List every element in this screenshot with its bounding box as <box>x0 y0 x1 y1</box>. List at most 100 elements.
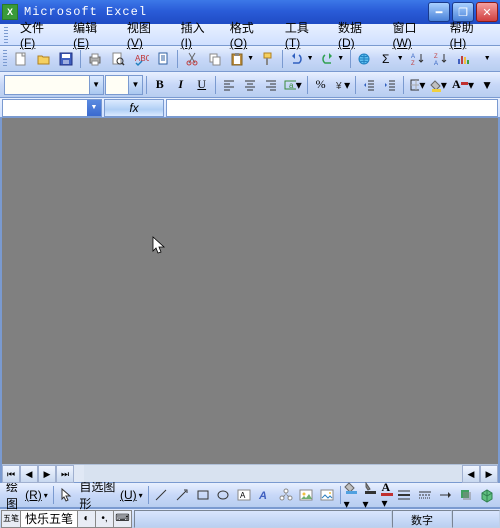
menu-file[interactable]: 文件(F) <box>14 17 65 52</box>
ime-softkbd-icon[interactable]: ⌨ <box>114 510 132 528</box>
undo-icon[interactable]: ▼ <box>286 48 316 70</box>
sort-asc-icon[interactable]: AZ <box>407 48 429 70</box>
shadow-style-icon[interactable] <box>457 484 477 506</box>
workbook-area: ⏮ ◀ ▶ ⏭ ◀ ▶ <box>0 118 500 482</box>
fmtbar-options-icon[interactable]: ▼ <box>477 75 497 95</box>
draw-menu-button[interactable]: 绘图(R)▾ <box>4 478 50 512</box>
research-icon[interactable] <box>153 48 175 70</box>
paste-icon[interactable]: ▼ <box>227 48 257 70</box>
standard-toolbar: ABC ▼ ▼ ▼ Σ▼ AZ ZA ▼ <box>0 46 500 72</box>
font-size-combo[interactable]: ▼ <box>105 75 143 95</box>
font-color-draw-icon[interactable]: A▾ <box>381 480 393 510</box>
wordart-icon[interactable]: A <box>255 484 275 506</box>
autoshapes-button[interactable]: 自选图形(U)▾ <box>77 478 144 512</box>
prev-sheet-icon[interactable]: ◀ <box>20 465 38 483</box>
textbox-icon[interactable]: A <box>234 484 254 506</box>
borders-icon[interactable]: ▾ <box>407 75 428 95</box>
cut-icon[interactable] <box>181 48 203 70</box>
menubar-grip[interactable] <box>4 27 8 43</box>
svg-text:A: A <box>434 61 438 67</box>
font-size-dropdown-icon[interactable]: ▼ <box>128 76 142 94</box>
align-left-icon[interactable] <box>219 75 239 95</box>
svg-text:A: A <box>240 491 246 500</box>
menu-tools[interactable]: 工具(T) <box>279 17 330 52</box>
align-right-icon[interactable] <box>261 75 281 95</box>
decrease-indent-icon[interactable] <box>359 75 379 95</box>
menu-insert[interactable]: 插入(I) <box>175 17 222 52</box>
fill-color-draw-icon[interactable]: ▾ <box>344 480 362 511</box>
name-box-dropdown-icon[interactable]: ▼ <box>87 100 101 116</box>
diagram-icon[interactable] <box>276 484 296 506</box>
clipart-icon[interactable] <box>296 484 316 506</box>
copy-icon[interactable] <box>204 48 226 70</box>
hscroll-right-icon[interactable]: ▶ <box>480 465 498 483</box>
svg-text:a: a <box>289 81 294 90</box>
merge-center-icon[interactable]: a▾ <box>282 75 304 95</box>
first-sheet-icon[interactable]: ⏮ <box>2 465 20 483</box>
status-num-indicator: 数字 <box>392 510 452 528</box>
menu-edit[interactable]: 编辑(E) <box>67 17 119 52</box>
ime-halfmoon-icon[interactable]: ◐ <box>78 510 96 528</box>
line-color-icon[interactable]: ▾ <box>363 480 381 511</box>
mouse-cursor-icon <box>152 236 168 261</box>
toolbar-options-icon[interactable]: ▼ <box>475 48 497 70</box>
print-preview-icon[interactable] <box>107 48 129 70</box>
hyperlink-icon[interactable] <box>354 48 376 70</box>
3d-style-icon[interactable] <box>477 484 497 506</box>
toolbar-grip[interactable] <box>3 50 7 68</box>
new-doc-icon[interactable] <box>10 48 32 70</box>
menu-data[interactable]: 数据(D) <box>332 17 384 52</box>
hscroll-track[interactable] <box>84 465 462 482</box>
line-style-icon[interactable] <box>394 484 414 506</box>
underline-button[interactable]: U <box>192 75 212 95</box>
font-name-dropdown-icon[interactable]: ▼ <box>89 76 103 94</box>
menu-help[interactable]: 帮助(H) <box>444 17 496 52</box>
svg-text:A: A <box>411 54 415 60</box>
formula-bar: ▼ fx <box>0 98 500 118</box>
ime-name[interactable]: 快乐五笔 <box>21 510 78 528</box>
line-icon[interactable] <box>152 484 172 506</box>
menu-format[interactable]: 格式(O) <box>224 17 277 52</box>
arrow-style-icon[interactable] <box>436 484 456 506</box>
fill-color-icon[interactable]: ▾ <box>428 75 449 95</box>
ime-punct-icon[interactable]: •, <box>96 510 114 528</box>
insert-picture-icon[interactable] <box>317 484 337 506</box>
oval-icon[interactable] <box>214 484 234 506</box>
formula-input[interactable] <box>166 99 498 117</box>
last-sheet-icon[interactable]: ⏭ <box>56 465 74 483</box>
hscroll-left-icon[interactable]: ◀ <box>462 465 480 483</box>
formatting-toolbar: ▼ ▼ B I U a▾ % ¥▾ ▾ ▾ A▾ ▼ <box>0 72 500 98</box>
ime-indicator-icon[interactable]: 五笔 <box>1 510 21 528</box>
menu-window[interactable]: 窗口(W) <box>386 17 441 52</box>
font-name-combo[interactable]: ▼ <box>4 75 104 95</box>
increase-indent-icon[interactable] <box>380 75 400 95</box>
dash-style-icon[interactable] <box>415 484 435 506</box>
align-center-icon[interactable] <box>240 75 260 95</box>
autosum-icon[interactable]: Σ▼ <box>376 48 406 70</box>
svg-text:A: A <box>258 490 267 502</box>
arrow-icon[interactable] <box>172 484 192 506</box>
open-icon[interactable] <box>33 48 55 70</box>
select-objects-icon[interactable] <box>57 484 77 506</box>
rectangle-icon[interactable] <box>193 484 213 506</box>
format-painter-icon[interactable] <box>257 48 279 70</box>
currency-icon[interactable]: ¥▾ <box>332 75 353 95</box>
spelling-icon[interactable]: ABC <box>130 48 152 70</box>
bold-button[interactable]: B <box>150 75 170 95</box>
print-icon[interactable] <box>84 48 106 70</box>
next-sheet-icon[interactable]: ▶ <box>38 465 56 483</box>
status-bar: 五笔 快乐五笔 ◐ •, ⌨ 数字 <box>0 508 500 528</box>
svg-text:Z: Z <box>411 61 415 67</box>
italic-button[interactable]: I <box>171 75 191 95</box>
chart-wizard-icon[interactable] <box>453 48 475 70</box>
redo-icon[interactable]: ▼ <box>317 48 347 70</box>
font-color-icon[interactable]: A▾ <box>450 75 476 95</box>
status-cell-2 <box>452 510 500 528</box>
save-icon[interactable] <box>55 48 77 70</box>
fx-button[interactable]: fx <box>104 99 164 117</box>
name-box[interactable]: ▼ <box>2 99 102 117</box>
menu-view[interactable]: 视图(V) <box>121 17 173 52</box>
sort-desc-icon[interactable]: ZA <box>430 48 452 70</box>
percent-button[interactable]: % <box>311 75 331 95</box>
drawing-toolbar: 绘图(R)▾ 自选图形(U)▾ A A ▾ ▾ A▾ <box>0 482 500 508</box>
